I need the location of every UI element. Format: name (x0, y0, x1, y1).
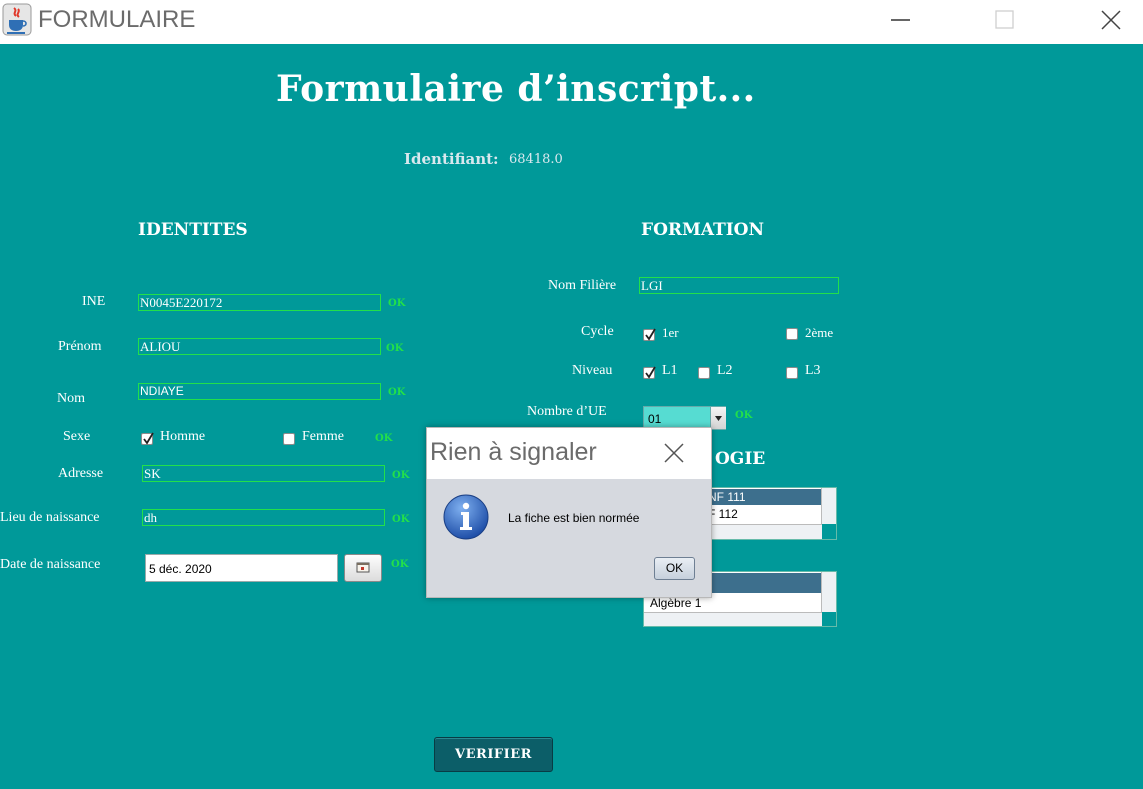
ine-label: INE (82, 294, 106, 309)
cycle-2eme-label: 2ème (805, 325, 834, 340)
filiere-label: Nom Filière (548, 278, 617, 293)
homme-label: Homme (160, 429, 206, 444)
form-title: Formulaire d’inscript... (276, 68, 756, 110)
nb-ue-label: Nombre d’UE (527, 404, 607, 419)
date-field[interactable]: 5 déc. 2020 (145, 554, 338, 582)
adresse-label: Adresse (58, 466, 104, 481)
niveau-l3-label: L3 (805, 363, 821, 378)
identifiant-label: Identifiant: (404, 150, 499, 168)
scroll-corner (822, 612, 836, 626)
nb-ue-value: 01 (648, 412, 662, 426)
prenom-field[interactable]: ALIOU (138, 338, 381, 355)
nom-label: Nom (57, 391, 85, 406)
window-titlebar: FORMULAIRE (0, 0, 1143, 44)
femme-label: Femme (302, 429, 344, 444)
nom-field[interactable]: NDIAYE (138, 383, 381, 400)
femme-checkbox[interactable] (283, 433, 295, 445)
niveau-l1-label: L1 (662, 363, 678, 378)
identites-heading: IDENTITES (138, 220, 248, 240)
cycle-1er-label: 1er (662, 325, 679, 340)
dialog-title: Rien à signaler (430, 438, 597, 466)
niveau-label: Niveau (572, 363, 613, 378)
prenom-ok: OK (386, 343, 404, 354)
list-item-text: Algèbre 1 (650, 596, 702, 610)
minimize-icon[interactable] (889, 8, 913, 32)
dialog-titlebar: Rien à signaler (427, 428, 711, 479)
window-title: FORMULAIRE (38, 6, 196, 33)
lieu-label: Lieu de naissance (0, 510, 100, 525)
close-icon[interactable] (663, 442, 685, 464)
ine-ok: OK (388, 298, 406, 309)
filiere-field[interactable]: LGI (639, 277, 839, 294)
info-icon (442, 493, 490, 541)
vertical-scrollbar[interactable] (821, 488, 836, 524)
niveau-l1-checkbox[interactable] (643, 366, 656, 379)
homme-checkbox[interactable] (141, 432, 154, 445)
formation-heading: FORMATION (641, 220, 765, 240)
cycle-2eme-checkbox[interactable] (786, 328, 798, 340)
adresse-field[interactable]: SK (142, 465, 385, 482)
sexe-ok: OK (375, 433, 393, 444)
cycle-1er-checkbox[interactable] (643, 328, 656, 341)
message-dialog: Rien à signaler La fiche est bien normée… (426, 427, 712, 598)
niveau-l2-checkbox[interactable] (698, 367, 710, 379)
dialog-ok-button[interactable]: OK (654, 557, 695, 580)
form-panel: Formulaire d’inscript... Identifiant: 68… (0, 44, 1143, 789)
ine-field[interactable]: N0045E220172 (138, 294, 381, 311)
identifiant-value: 68418.0 (509, 152, 563, 167)
close-icon[interactable] (1099, 8, 1123, 32)
adresse-ok: OK (392, 470, 410, 481)
dialog-body: La fiche est bien normée OK (427, 479, 711, 597)
cycle-label: Cycle (581, 324, 614, 339)
vertical-scrollbar[interactable] (821, 572, 836, 612)
dialog-message: La fiche est bien normée (508, 511, 640, 525)
verifier-button[interactable]: VERIFIER (434, 737, 553, 772)
date-ok: OK (391, 559, 409, 570)
pedagogie-heading: OGIE (715, 449, 766, 469)
scroll-corner (822, 524, 836, 539)
date-label: Date de naissance (0, 557, 101, 572)
calendar-button[interactable] (344, 554, 382, 582)
lieu-ok: OK (392, 514, 410, 525)
calendar-icon (356, 562, 370, 573)
lieu-field[interactable]: dh (142, 509, 385, 526)
niveau-l2-label: L2 (717, 363, 733, 378)
sexe-label: Sexe (63, 429, 91, 444)
nb-ue-ok: OK (735, 410, 753, 421)
java-cup-icon (2, 3, 32, 36)
prenom-label: Prénom (58, 339, 102, 354)
chevron-down-icon[interactable] (710, 407, 726, 429)
maximize-icon[interactable] (993, 8, 1017, 32)
nom-ok: OK (388, 387, 406, 398)
niveau-l3-checkbox[interactable] (786, 367, 798, 379)
horizontal-scrollbar[interactable] (644, 612, 822, 626)
